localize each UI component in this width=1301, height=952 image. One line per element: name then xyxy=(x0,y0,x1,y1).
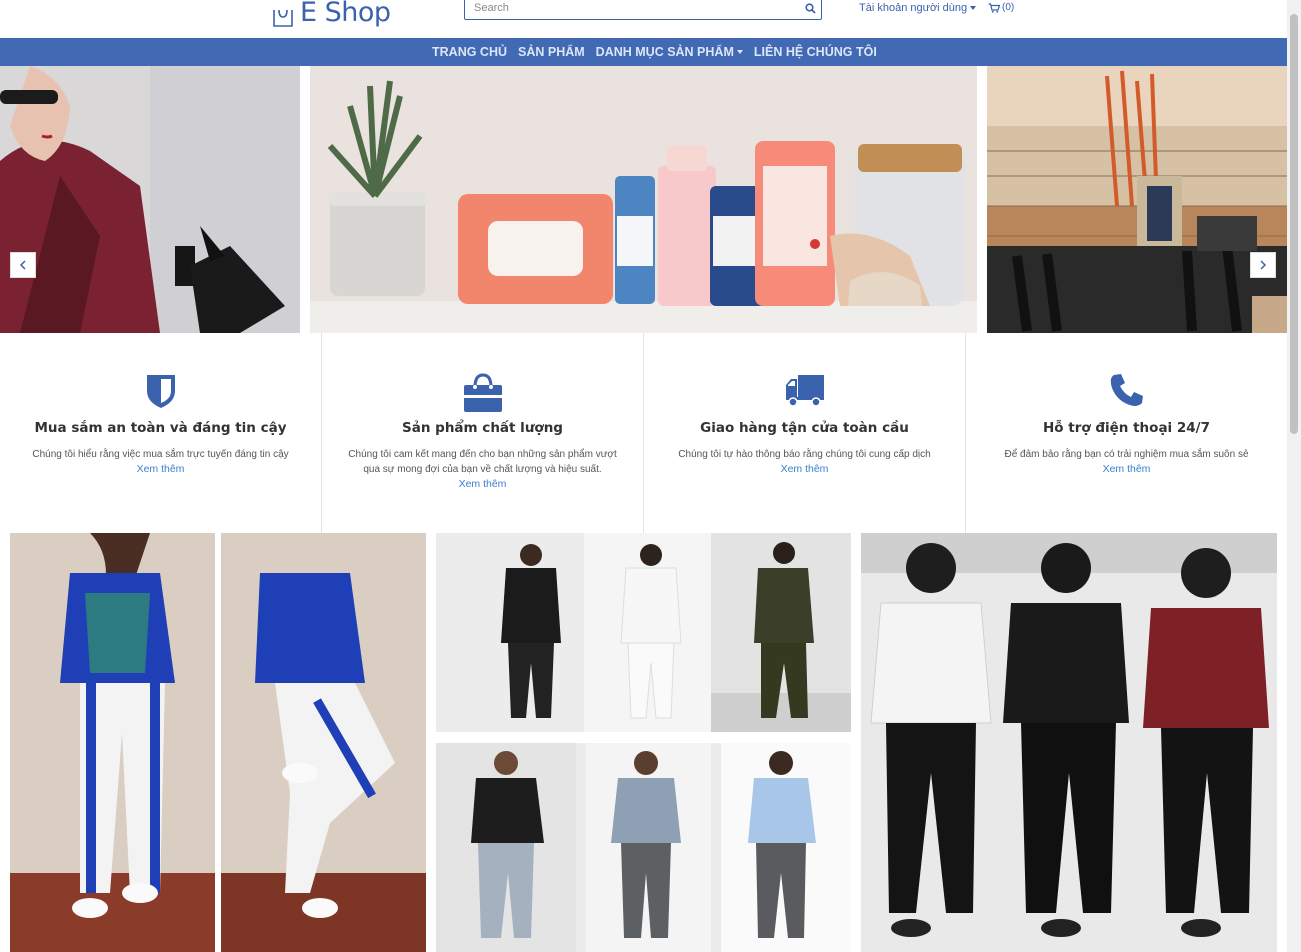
nav-categories[interactable]: DANH MỤC SẢN PHẨM xyxy=(596,45,743,59)
slide-image-shoe-store xyxy=(987,66,1287,333)
gallery-image-women-office-wear[interactable] xyxy=(436,533,851,732)
hero-carousel xyxy=(0,66,1287,333)
shield-icon xyxy=(146,375,175,408)
gallery-image-men-shirts[interactable] xyxy=(436,743,851,952)
gallery-image-women-sportswear[interactable] xyxy=(10,533,426,952)
feature-phone-support: Hỗ trợ điện thoại 24/7 Để đảm bảo rằng b… xyxy=(966,333,1287,533)
chevron-down-icon xyxy=(736,50,743,54)
gallery-image-men-sweatshirts[interactable] xyxy=(861,533,1277,952)
nav-products[interactable]: SẢN PHẨM xyxy=(518,45,585,59)
search-input[interactable] xyxy=(465,0,799,18)
bag-logo-icon xyxy=(273,9,293,27)
phone-icon xyxy=(1110,374,1143,406)
shopping-bag-icon xyxy=(463,373,502,412)
main-navbar: TRANG CHỦ SẢN PHẨM DANH MỤC SẢN PHẨM LIÊ… xyxy=(0,38,1287,66)
feature-description: Chúng tôi cam kết mang đến cho bạn những… xyxy=(348,449,617,475)
nav-categories-label: DANH MỤC SẢN PHẨM xyxy=(595,45,734,59)
search-button[interactable] xyxy=(799,0,821,18)
feature-title: Hỗ trợ điện thoại 24/7 xyxy=(1042,420,1210,436)
feature-description: Chúng tôi tự hào thông báo rằng chúng tô… xyxy=(678,449,931,460)
cart-icon xyxy=(988,2,1000,13)
logo-text: E Shop xyxy=(300,0,391,28)
chevron-right-icon xyxy=(1260,260,1267,270)
truck-icon xyxy=(785,375,824,407)
account-label: Tài khoản người dùng xyxy=(859,2,968,14)
top-header: E Shop Tài khoản người dùng (0) xyxy=(0,0,1287,38)
cart-link[interactable]: (0) xyxy=(988,2,1014,13)
carousel-prev-button[interactable] xyxy=(10,252,36,278)
page-scrollbar[interactable] xyxy=(1287,0,1301,952)
feature-read-more-link[interactable]: Xem thêm xyxy=(984,462,1269,477)
category-gallery xyxy=(0,533,1287,952)
slide-image-shopping-woman xyxy=(0,66,300,333)
nav-contact[interactable]: LIÊN HỆ CHÚNG TÔI xyxy=(754,45,877,59)
search-box xyxy=(464,0,822,20)
scrollbar-thumb[interactable] xyxy=(1290,14,1298,434)
slide-image-skincare-products xyxy=(310,66,977,333)
feature-read-more-link[interactable]: Xem thêm xyxy=(662,462,947,477)
cart-count: (0) xyxy=(1002,2,1015,13)
feature-description: Để đảm bảo rằng bạn có trải nghiệm mua s… xyxy=(1004,449,1249,460)
features-row: Mua sắm an toàn và đáng tin cậy Chúng tô… xyxy=(0,333,1287,533)
carousel-next-button[interactable] xyxy=(1250,252,1276,278)
site-logo[interactable]: E Shop xyxy=(272,0,391,28)
feature-quality-products: Sản phẩm chất lượng Chúng tôi cam kết ma… xyxy=(322,333,644,533)
feature-description: Chúng tôi hiểu rằng việc mua sắm trực tu… xyxy=(32,449,289,460)
feature-read-more-link[interactable]: Xem thêm xyxy=(340,477,625,492)
feature-read-more-link[interactable]: Xem thêm xyxy=(18,462,303,477)
account-dropdown[interactable]: Tài khoản người dùng xyxy=(859,2,977,14)
feature-title: Sản phẩm chất lượng xyxy=(402,420,563,436)
feature-title: Mua sắm an toàn và đáng tin cậy xyxy=(34,420,287,436)
feature-global-delivery: Giao hàng tận cửa toàn cầu Chúng tôi tự … xyxy=(644,333,966,533)
feature-secure-shopping: Mua sắm an toàn và đáng tin cậy Chúng tô… xyxy=(0,333,322,533)
chevron-left-icon xyxy=(19,260,26,270)
nav-home[interactable]: TRANG CHỦ xyxy=(432,45,507,59)
search-icon xyxy=(804,2,816,14)
feature-title: Giao hàng tận cửa toàn cầu xyxy=(700,420,909,436)
chevron-down-icon xyxy=(970,6,977,10)
